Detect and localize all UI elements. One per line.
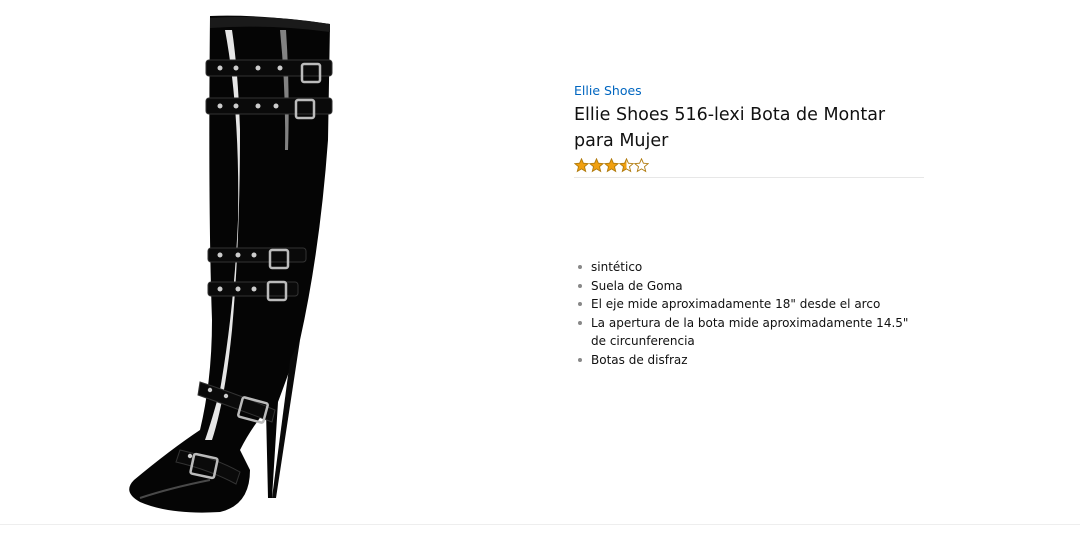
- star-full-icon: [574, 157, 589, 173]
- star-full-icon: [589, 157, 604, 173]
- divider: [574, 177, 924, 178]
- star-empty-icon: [634, 157, 649, 173]
- star-full-icon: [604, 157, 619, 173]
- feature-item: Botas de disfraz: [576, 351, 926, 370]
- bottom-divider: [0, 524, 1080, 525]
- bullet-icon: [578, 357, 582, 362]
- feature-text: Suela de Goma: [591, 278, 683, 293]
- product-image[interactable]: [100, 10, 360, 520]
- star-half-icon: [619, 157, 634, 173]
- product-page: Ellie Shoes Ellie Shoes 516-lexi Bota de…: [0, 0, 1080, 534]
- bullet-icon: [578, 320, 582, 325]
- product-title: Ellie Shoes 516-lexi Bota de Montar para…: [574, 105, 886, 151]
- brand-link[interactable]: Ellie Shoes: [574, 82, 642, 100]
- product-info: Ellie Shoes Ellie Shoes 516-lexi Bota de…: [574, 80, 924, 178]
- bullet-icon: [578, 265, 582, 269]
- bullet-icon: [578, 302, 582, 307]
- feature-text: sintético: [591, 260, 643, 274]
- feature-bullets: sintético Suela de Goma El eje mide aproxi…: [576, 258, 926, 370]
- feature-item: La apertura de la bota mide aproximadame…: [576, 314, 926, 351]
- feature-text: El eje mide aproximadamente 18" desde el…: [591, 297, 881, 312]
- feature-text: Botas de disfraz: [591, 352, 688, 367]
- feature-item: El eje mide aproximadamente 18" desde el…: [576, 295, 926, 314]
- feature-text: La apertura de la bota mide aproximadame…: [591, 315, 909, 349]
- feature-item: Suela de Goma: [576, 277, 926, 296]
- star-rating[interactable]: [574, 156, 924, 174]
- boot-image: [129, 15, 333, 513]
- feature-item: sintético: [576, 258, 926, 277]
- bullet-icon: [578, 283, 582, 288]
